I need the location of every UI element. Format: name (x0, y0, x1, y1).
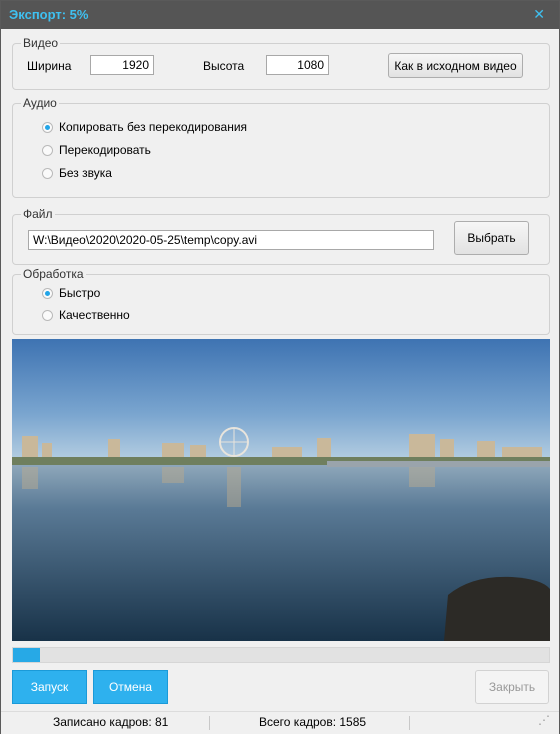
frames-written-status: Записано кадров: 81 (53, 715, 169, 729)
video-legend: Видео (23, 36, 59, 50)
height-input[interactable] (266, 55, 329, 75)
window-title: Экспорт: 5% (9, 7, 89, 22)
processing-group: Обработка (12, 267, 550, 335)
video-preview (12, 339, 550, 641)
file-legend: Файл (23, 207, 53, 221)
radio-unchecked-icon (42, 309, 53, 321)
audio-reencode-radio[interactable]: Перекодировать (42, 143, 151, 157)
preview-frame-image (12, 339, 550, 641)
frames-total-status: Всего кадров: 1585 (259, 715, 367, 729)
export-progress-bar (12, 647, 550, 663)
close-button[interactable]: Закрыть (475, 670, 549, 704)
radio-unchecked-icon (42, 167, 53, 179)
processing-fast-label: Быстро (59, 286, 101, 300)
audio-reencode-label: Перекодировать (59, 143, 151, 157)
start-button[interactable]: Запуск (12, 670, 87, 704)
audio-copy-label: Копировать без перекодирования (59, 120, 248, 134)
audio-copy-radio[interactable]: Копировать без перекодирования (42, 120, 247, 134)
browse-button[interactable]: Выбрать (454, 221, 529, 255)
cancel-button[interactable]: Отмена (93, 670, 168, 704)
resize-grip-icon[interactable]: ⋰ (538, 713, 550, 727)
width-input[interactable] (90, 55, 154, 75)
processing-quality-label: Качественно (59, 308, 130, 322)
radio-unchecked-icon (42, 144, 53, 156)
same-as-source-button[interactable]: Как в исходном видео (388, 53, 523, 78)
processing-quality-radio[interactable]: Качественно (42, 308, 130, 322)
close-icon[interactable]: ✕ (533, 6, 545, 23)
audio-mute-label: Без звука (59, 166, 112, 180)
radio-checked-icon (42, 121, 53, 133)
status-separator (409, 716, 410, 730)
progress-fill (13, 648, 40, 662)
file-path-input[interactable] (28, 230, 434, 250)
audio-legend: Аудио (23, 96, 57, 110)
processing-legend: Обработка (23, 267, 84, 281)
height-label: Высота (203, 59, 245, 73)
processing-fast-radio[interactable]: Быстро (42, 286, 100, 300)
width-label: Ширина (27, 59, 72, 73)
audio-mute-radio[interactable]: Без звука (42, 166, 112, 180)
export-window: Экспорт: 5% ✕ Видео Ширина Высота Как в … (0, 0, 560, 734)
status-separator (209, 716, 210, 730)
radio-checked-icon (42, 287, 53, 299)
status-bar: Записано кадров: 81 Всего кадров: 1585 ⋰ (1, 711, 559, 734)
title-bar[interactable]: Экспорт: 5% ✕ (1, 1, 559, 29)
